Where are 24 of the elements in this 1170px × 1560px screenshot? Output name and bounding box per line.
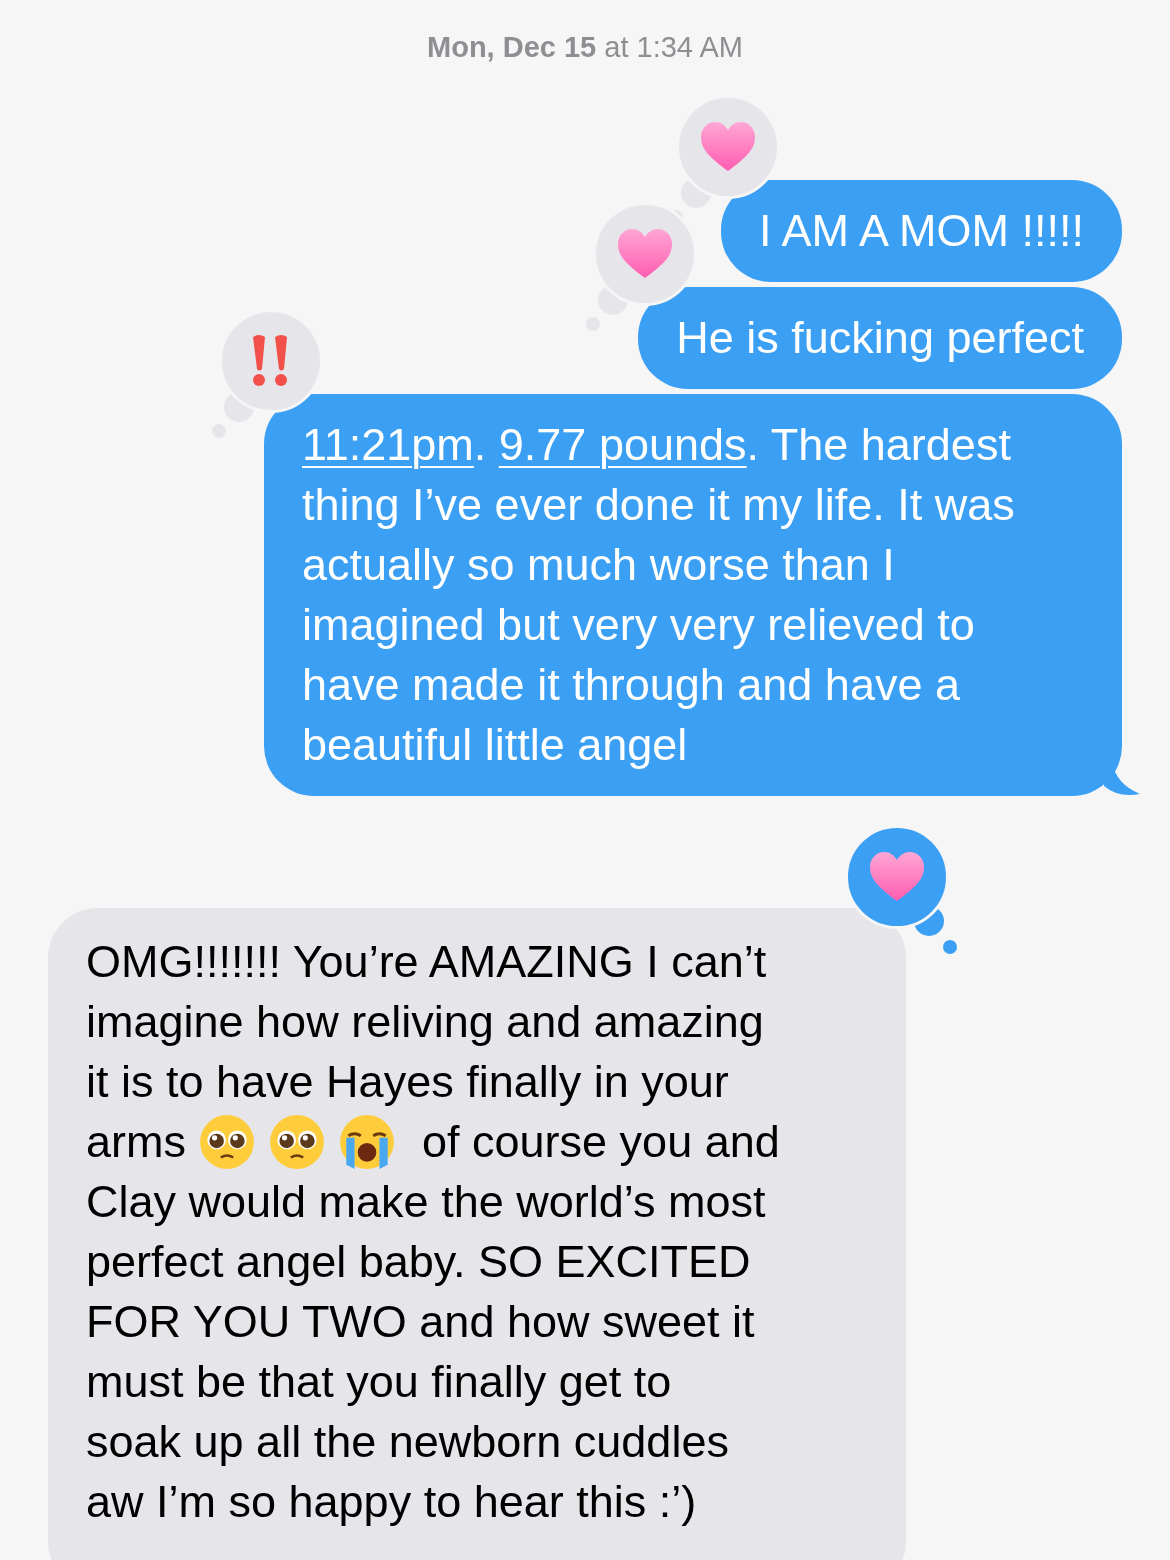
message-text: of course you and bbox=[422, 1114, 780, 1169]
reaction-dot bbox=[943, 939, 957, 954]
crying-face-icon bbox=[338, 1112, 396, 1171]
message-text: I AM A MOM !!!!! bbox=[758, 204, 1084, 256]
message-text: perfect angel baby. SO EXCITED bbox=[86, 1234, 751, 1289]
message-text: Clay would make the world’s most bbox=[86, 1174, 766, 1229]
message-text: imagine how reliving and amazing bbox=[86, 994, 764, 1049]
message-text: it is to have Hayes finally in your bbox=[86, 1054, 729, 1109]
heart-icon bbox=[698, 120, 757, 173]
link[interactable]: 9.77 pounds bbox=[498, 418, 747, 470]
message-text: aw I’m so happy to hear this :’) bbox=[86, 1474, 697, 1529]
message-text: arms bbox=[86, 1114, 186, 1169]
link[interactable]: 11:21pm bbox=[302, 418, 474, 470]
message-text: soak up all the newborn cuddles bbox=[86, 1414, 729, 1469]
message-text: 11:21pm. 9.77 pounds. The hardest thing I’ve ever done it my life. It was actually so much worse than I imagined but very very relieved to have made it through and have a beautiful little angel bbox=[302, 418, 1015, 770]
message-text: must be that you finally get to bbox=[86, 1354, 672, 1409]
pleading-face-icon bbox=[268, 1112, 326, 1171]
message-text: OMG!!!!!!! You’re AMAZING I can’t bbox=[86, 934, 767, 989]
timestamp: Mon, Dec 15 at 1:34 AM bbox=[426, 30, 744, 65]
pleading-face-icon bbox=[198, 1112, 256, 1171]
message-text: FOR YOU TWO and how sweet it bbox=[86, 1294, 755, 1349]
heart-icon bbox=[616, 227, 675, 280]
heart-icon bbox=[868, 850, 926, 903]
message-text: He is fucking perfect bbox=[676, 311, 1084, 363]
